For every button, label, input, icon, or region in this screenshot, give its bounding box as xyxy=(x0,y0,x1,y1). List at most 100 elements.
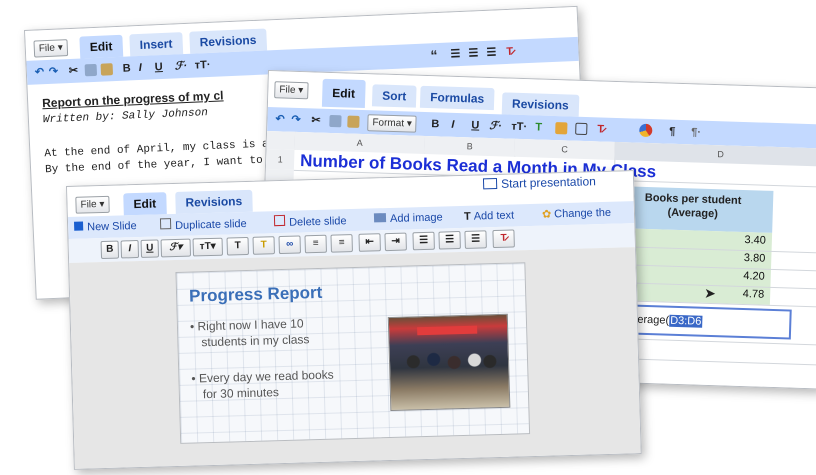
copy-icon[interactable] xyxy=(329,114,342,128)
quote-icon[interactable]: “ xyxy=(430,47,438,63)
value-cell[interactable]: 3.40 xyxy=(716,233,766,247)
add-text-label: Add text xyxy=(473,209,515,223)
bullet-1[interactable]: • Right now I have 10 students in my cla… xyxy=(190,315,310,350)
font-size-icon[interactable]: тT· xyxy=(511,120,527,134)
doc-tab-insert[interactable]: Insert xyxy=(129,32,183,57)
theme-icon: ✿ xyxy=(541,208,552,221)
row-header-corner xyxy=(266,131,297,150)
doc-author: Written by: Sally Johnson xyxy=(42,107,209,127)
delete-slide-button[interactable]: Delete slide xyxy=(273,213,347,230)
mouse-cursor-icon: ➤ xyxy=(703,284,717,302)
font-icon[interactable]: ℱ▾ xyxy=(160,238,192,258)
slide-title[interactable]: Progress Report xyxy=(189,283,323,307)
rtl-icon[interactable]: ¶· xyxy=(691,125,701,139)
delete-slide-label: Delete slide xyxy=(288,215,347,229)
italic-icon[interactable]: I xyxy=(120,239,140,259)
clear-format-icon[interactable]: T̷ xyxy=(597,122,604,136)
highlight-icon[interactable]: T xyxy=(252,236,275,255)
cut-icon[interactable]: ✂ xyxy=(69,64,79,78)
slide[interactable]: Progress Report • Right now I have 10 st… xyxy=(175,262,531,444)
pres-file-menu[interactable]: File ▾ xyxy=(75,195,110,214)
align-left-icon[interactable]: ☰ xyxy=(412,231,435,251)
text-color-icon[interactable]: T xyxy=(226,236,249,256)
bold-icon[interactable]: B xyxy=(100,240,120,260)
start-presentation-button[interactable]: Start presentation xyxy=(482,174,597,191)
undo-icon[interactable]: ↶ xyxy=(275,112,285,126)
underline-icon[interactable]: U xyxy=(140,239,160,258)
value-cell[interactable]: 4.20 xyxy=(715,269,765,283)
books-per-student-header[interactable]: Books per student (Average) xyxy=(612,185,774,233)
sheet-tab-formulas[interactable]: Formulas xyxy=(419,85,495,111)
presentation-window: File ▾ Edit Revisions Start presentation… xyxy=(66,170,642,470)
cut-icon[interactable]: ✂ xyxy=(311,113,321,127)
font-size-icon[interactable]: тT· xyxy=(194,58,210,73)
text-icon: T xyxy=(463,210,471,223)
italic-icon[interactable]: I xyxy=(138,61,143,75)
clear-format-icon[interactable]: T̷ xyxy=(506,45,513,59)
bullet-1-line-1: Right now I have 10 xyxy=(197,316,304,334)
align-right-icon[interactable]: ☰ xyxy=(464,230,487,249)
new-slide-button[interactable]: New Slide xyxy=(74,219,137,235)
paste-icon[interactable] xyxy=(100,63,114,76)
chart-icon[interactable] xyxy=(639,123,653,138)
paste-icon[interactable] xyxy=(347,115,360,128)
fill-color-icon[interactable] xyxy=(555,122,568,135)
presentation-icon xyxy=(482,177,498,190)
align-center-icon[interactable]: ☰ xyxy=(438,231,461,250)
align-center-icon[interactable]: ☰ xyxy=(468,46,478,60)
value-cell[interactable]: 3.80 xyxy=(715,251,766,265)
italic-icon[interactable]: I xyxy=(451,118,455,132)
underline-icon[interactable]: U xyxy=(471,118,479,132)
bullet-2-line-2: for 30 minutes xyxy=(202,385,280,402)
sheet-tab-edit[interactable]: Edit xyxy=(321,78,366,109)
image-icon xyxy=(373,213,387,223)
link-icon[interactable]: ∞ xyxy=(278,235,301,255)
add-image-button[interactable]: Add image xyxy=(373,210,443,226)
doc-file-menu[interactable]: File ▾ xyxy=(33,39,69,58)
new-slide-icon xyxy=(74,221,84,231)
photo-people xyxy=(397,344,501,384)
pres-tab-revisions[interactable]: Revisions xyxy=(175,189,253,214)
duplicate-slide-label: Duplicate slide xyxy=(174,217,247,232)
bullet-2[interactable]: • Every day we read books for 30 minutes xyxy=(191,367,334,403)
grid-line xyxy=(608,357,816,366)
clear-format-icon[interactable]: T̷ xyxy=(492,229,515,249)
undo-icon[interactable]: ↶ xyxy=(35,65,45,79)
sheet-tab-sort[interactable]: Sort xyxy=(371,84,417,108)
bullet-1-line-2: students in my class xyxy=(201,332,310,350)
copy-icon[interactable] xyxy=(84,63,98,77)
row-number-1: 1 xyxy=(265,148,295,170)
change-theme-label: Change the xyxy=(554,206,612,221)
underline-icon[interactable]: U xyxy=(154,60,163,74)
font-icon[interactable]: ℱ· xyxy=(489,119,502,133)
border-icon[interactable] xyxy=(575,122,588,136)
font-size-icon[interactable]: тT▾ xyxy=(192,237,224,257)
text-color-icon[interactable]: T xyxy=(535,120,542,134)
bullet-2-line-1: Every day we read books xyxy=(198,367,334,386)
redo-icon[interactable]: ↷ xyxy=(291,113,301,127)
bold-icon[interactable]: B xyxy=(431,117,439,131)
align-right-icon[interactable]: ☰ xyxy=(486,45,496,59)
redo-icon[interactable]: ↷ xyxy=(49,65,59,79)
sheet-file-menu[interactable]: File ▾ xyxy=(274,81,309,100)
numbered-list-icon[interactable]: ≡ xyxy=(304,234,327,254)
add-text-button[interactable]: T Add text xyxy=(464,209,514,224)
photo-banner xyxy=(417,325,478,336)
formula-range: D3:D6 xyxy=(668,314,703,328)
bold-icon[interactable]: B xyxy=(122,61,131,75)
doc-tab-edit[interactable]: Edit xyxy=(79,34,123,59)
sheet-format-menu[interactable]: Format ▾ xyxy=(367,114,418,133)
ltr-icon[interactable]: ¶ xyxy=(669,125,676,139)
indent-decrease-icon[interactable]: ⇤ xyxy=(358,233,381,252)
value-cell[interactable]: 4.78 xyxy=(714,287,765,301)
change-theme-button[interactable]: ✿ Change the xyxy=(542,206,611,222)
align-left-icon[interactable]: ☰ xyxy=(450,47,460,61)
bulleted-list-icon[interactable]: ≡ xyxy=(330,234,353,253)
pres-tab-edit[interactable]: Edit xyxy=(123,192,167,216)
indent-increase-icon[interactable]: ⇥ xyxy=(384,232,407,252)
start-presentation-label: Start presentation xyxy=(500,174,597,191)
duplicate-slide-button[interactable]: Duplicate slide xyxy=(159,216,247,233)
font-icon[interactable]: ℱ· xyxy=(174,59,187,74)
class-photo-image[interactable] xyxy=(387,313,511,412)
sheet-tab-revisions[interactable]: Revisions xyxy=(501,92,580,117)
